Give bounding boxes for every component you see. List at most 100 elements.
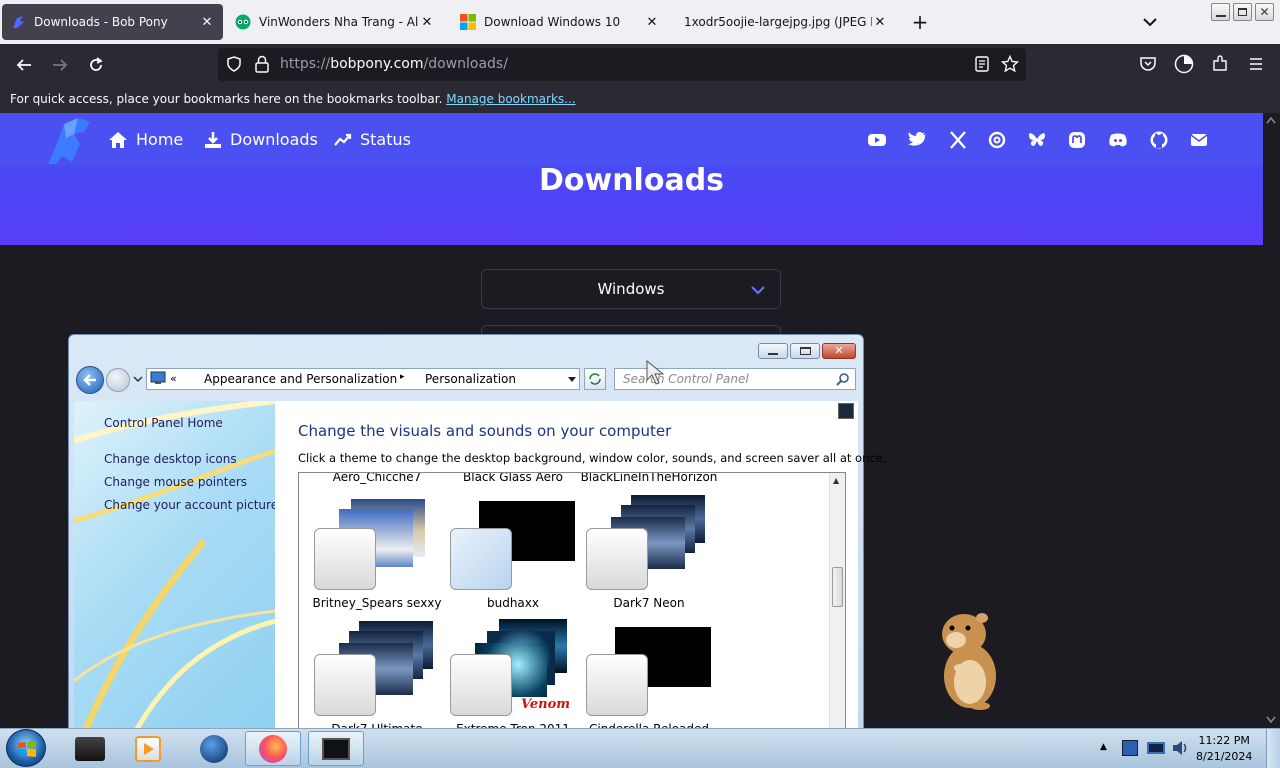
tab-vinwonders[interactable]: VinWonders Nha Trang - All You ✕ [227,4,443,40]
address-dropdown-icon[interactable] [568,377,576,382]
taskbar-globe-app[interactable] [186,731,242,766]
cp-close-button[interactable]: ✕ [822,343,856,359]
close-window-button[interactable]: ✕ [1255,3,1274,21]
close-tab-icon[interactable]: ✕ [644,15,660,30]
theme-preview[interactable] [314,528,376,590]
reader-view-icon[interactable] [974,56,990,72]
volume-icon[interactable] [1172,740,1190,756]
folder-icon [75,736,105,761]
cp-back-button[interactable] [76,366,104,394]
clock-time: 11:22 PM [1198,734,1250,747]
start-button[interactable] [6,729,46,767]
change-mouse-pointers-link[interactable]: Change mouse pointers [104,475,247,489]
tab-jpeg-image[interactable]: 1xodr5oojie-largejpg.jpg (JPEG Imag ✕ [676,4,896,40]
extensions-icon[interactable] [1211,55,1229,73]
scroll-thumb[interactable] [832,567,843,607]
close-tab-icon[interactable]: ✕ [199,15,215,30]
change-desktop-icons-link[interactable]: Change desktop icons [104,452,237,466]
twitter-icon[interactable] [907,130,927,150]
shield-icon[interactable] [226,56,242,72]
reload-button[interactable] [81,50,111,80]
nav-status-link[interactable]: Status [334,130,411,149]
mastodon-icon[interactable] [1067,130,1087,150]
theme-name[interactable]: Aero_Chicche7 [302,473,452,484]
bluesky-icon[interactable] [1027,130,1047,150]
show-hidden-icons-button[interactable]: ▲ [1100,742,1107,752]
url-text[interactable]: https://bobpony.com/downloads/ [280,56,508,72]
search-icon[interactable] [836,372,850,386]
breadcrumb-personalization[interactable]: Personalization [425,372,516,386]
scroll-down-icon[interactable] [1266,716,1276,724]
scroll-up-icon[interactable] [1266,116,1276,124]
page-scrollbar[interactable] [1263,113,1280,728]
taskbar-media-player[interactable] [120,731,176,766]
network-icon[interactable] [1147,742,1165,754]
back-button[interactable] [9,50,39,80]
theme-name[interactable]: budhaxx [438,596,588,610]
bobpony-logo-icon[interactable] [44,116,94,166]
youtube-icon[interactable] [867,130,887,150]
manage-bookmarks-link[interactable]: Manage bookmarks... [446,92,575,106]
theme-name[interactable]: Dark7 Neon [574,596,724,610]
system-clock[interactable]: 11:22 PM 8/21/2024 [1196,733,1252,765]
discord-icon[interactable] [1108,130,1128,150]
taskbar-explorer[interactable] [62,731,118,766]
windows-logo-icon [18,741,36,757]
cp-refresh-button[interactable] [584,368,606,390]
mail-icon[interactable] [1189,130,1209,150]
theme-preview[interactable] [314,654,376,716]
breadcrumb-appearance[interactable]: Appearance and Personalization [204,372,397,386]
bobpony-favicon-icon [13,16,24,28]
minimize-window-button[interactable] [1211,3,1230,21]
os-select-dropdown[interactable]: Windows [481,269,781,309]
tab-title: VinWonders Nha Trang - All You [259,15,419,29]
status-icon [334,133,352,146]
close-tab-icon[interactable]: ✕ [872,15,888,30]
theme-name[interactable]: Britney_Spears sexxy [302,596,452,610]
change-account-picture-link[interactable]: Change your account picture [104,498,278,512]
lock-icon[interactable] [254,55,270,73]
forward-button[interactable] [45,50,75,80]
threads-icon[interactable] [987,130,1007,150]
hamburger-menu-icon[interactable] [1248,56,1264,72]
theme-name[interactable]: BlackLineInTheHorizon [574,473,724,484]
taskbar-firefox[interactable] [245,731,301,766]
help-icon[interactable] [838,403,854,419]
show-desktop-button[interactable] [1266,729,1280,768]
new-tab-button[interactable]: + [908,8,932,36]
monitor-icon [322,737,350,760]
taskbar-control-panel[interactable] [308,731,364,766]
nav-home-link[interactable]: Home [108,130,183,149]
theme-preview[interactable] [450,528,512,590]
nav-downloads-link[interactable]: Downloads [204,130,318,149]
theme-name[interactable]: Black Glass Aero [438,473,588,484]
recent-pages-dropdown-icon[interactable] [133,376,143,382]
breadcrumb-separator-icon[interactable]: ▸ [400,372,405,382]
firefox-icon [259,734,287,763]
bookmark-star-icon[interactable] [1001,55,1019,73]
theme-list-scrollbar[interactable]: ▲ [829,473,845,733]
theme-preview[interactable] [586,528,648,590]
restore-window-button[interactable] [1233,3,1252,21]
bookmarks-hint: For quick access, place your bookmarks h… [10,92,576,106]
theme-preview[interactable] [450,654,512,716]
close-tab-icon[interactable]: ✕ [419,15,435,30]
cp-minimize-button[interactable] [758,343,788,359]
list-all-tabs-icon[interactable] [1138,12,1162,32]
github-icon[interactable] [1149,130,1169,150]
tab-download-windows-10[interactable]: Download Windows 10 ✕ [452,4,668,40]
tray-app-icon[interactable] [1122,740,1138,756]
cp-forward-button[interactable] [106,368,130,392]
control-panel-home-link[interactable]: Control Panel Home [104,416,223,430]
cp-description: Click a theme to change the desktop back… [298,451,887,465]
theme-preview[interactable] [586,654,648,716]
decorative-swoosh-icon [74,401,275,734]
pocket-icon[interactable] [1139,55,1157,73]
x-icon[interactable] [948,130,968,150]
theme-list[interactable]: ▲ Aero_Chicche7 Black Glass Aero BlackLi… [298,472,846,734]
breadcrumb-overflow[interactable]: « [170,372,177,385]
account-icon[interactable] [1174,54,1194,74]
scroll-up-icon[interactable]: ▲ [833,476,839,485]
tab-downloads-bob-pony[interactable]: Downloads - Bob Pony ✕ [2,4,223,40]
cp-maximize-button[interactable] [790,343,820,359]
